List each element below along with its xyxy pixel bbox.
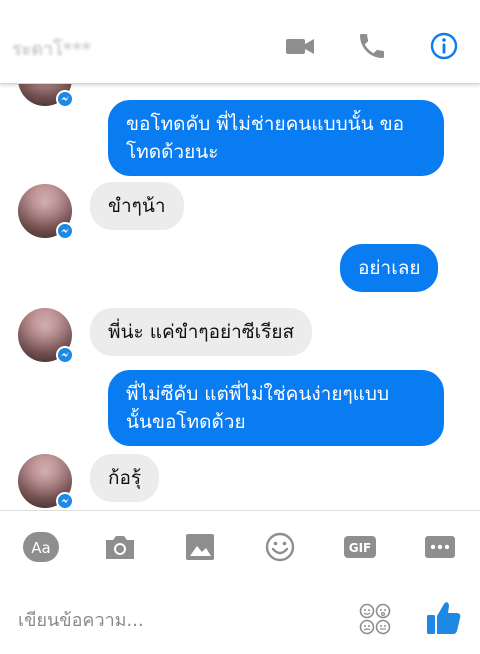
message-list[interactable]: ขอโทดคับ พี่ไม่ช่ายคนแบบนั้น ขอ โทดด้วยน…: [0, 84, 480, 510]
messenger-badge-icon: [56, 90, 74, 108]
message-text: อย่าเลย: [358, 257, 421, 279]
more-icon[interactable]: [422, 531, 458, 563]
message-text-line: โทดด้วยนะ: [126, 141, 219, 163]
contact-avatar[interactable]: [18, 84, 74, 108]
info-icon[interactable]: [428, 30, 460, 62]
messenger-badge-icon: [56, 222, 74, 240]
message-text-line: นั้นขอโทดด้วย: [126, 411, 246, 433]
aa-label: Aa: [31, 539, 50, 557]
camera-icon[interactable]: [102, 531, 138, 563]
message-text: ก้อรุ้: [108, 467, 142, 489]
phone-icon[interactable]: [356, 30, 388, 62]
message-bubble-incoming[interactable]: พี่น่ะ แค่ขำๆอย่าซีเรียส: [90, 308, 313, 356]
message-text: ขำๆน้า: [108, 195, 166, 217]
message-input[interactable]: [18, 604, 338, 636]
reactions-grid-icon[interactable]: [358, 602, 392, 636]
messenger-badge-icon: [56, 346, 74, 364]
conversation-header: ระดาโ***: [0, 0, 480, 84]
contact-avatar[interactable]: [18, 184, 74, 240]
message-text: พี่น่ะ แค่ขำๆอย่าซีเรียส: [108, 321, 295, 343]
message-input-row: [0, 582, 480, 654]
message-bubble-outgoing[interactable]: พี่ไม่ซีคับ แต่พี่ไม่ใช่คนง่ายๆแบบ นั้นข…: [108, 370, 444, 446]
gif-icon[interactable]: GIF: [342, 531, 378, 563]
composer-toolbar: Aa GIF: [0, 510, 480, 582]
gif-label: GIF: [349, 541, 372, 555]
contact-avatar[interactable]: [18, 454, 74, 510]
image-icon[interactable]: [182, 531, 218, 563]
message-bubble-incoming[interactable]: ก้อรุ้: [90, 454, 160, 502]
message-text-line: พี่ไม่ซีคับ แต่พี่ไม่ใช่คนง่ายๆแบบ: [126, 383, 390, 405]
message-bubble-outgoing[interactable]: อย่าเลย: [340, 244, 439, 292]
contact-name[interactable]: ระดาโ***: [12, 34, 91, 63]
messenger-badge-icon: [56, 492, 74, 510]
text-format-icon[interactable]: Aa: [22, 531, 59, 563]
emoji-icon[interactable]: [262, 531, 298, 563]
video-camera-icon[interactable]: [284, 30, 316, 62]
message-text-line: ขอโทดคับ พี่ไม่ช่ายคนแบบนั้น ขอ: [126, 113, 405, 135]
message-bubble-outgoing[interactable]: ขอโทดคับ พี่ไม่ช่ายคนแบบนั้น ขอ โทดด้วยน…: [108, 100, 444, 176]
message-bubble-incoming[interactable]: ขำๆน้า: [90, 182, 184, 230]
contact-avatar[interactable]: [18, 308, 74, 364]
thumbs-up-icon[interactable]: [424, 598, 464, 638]
